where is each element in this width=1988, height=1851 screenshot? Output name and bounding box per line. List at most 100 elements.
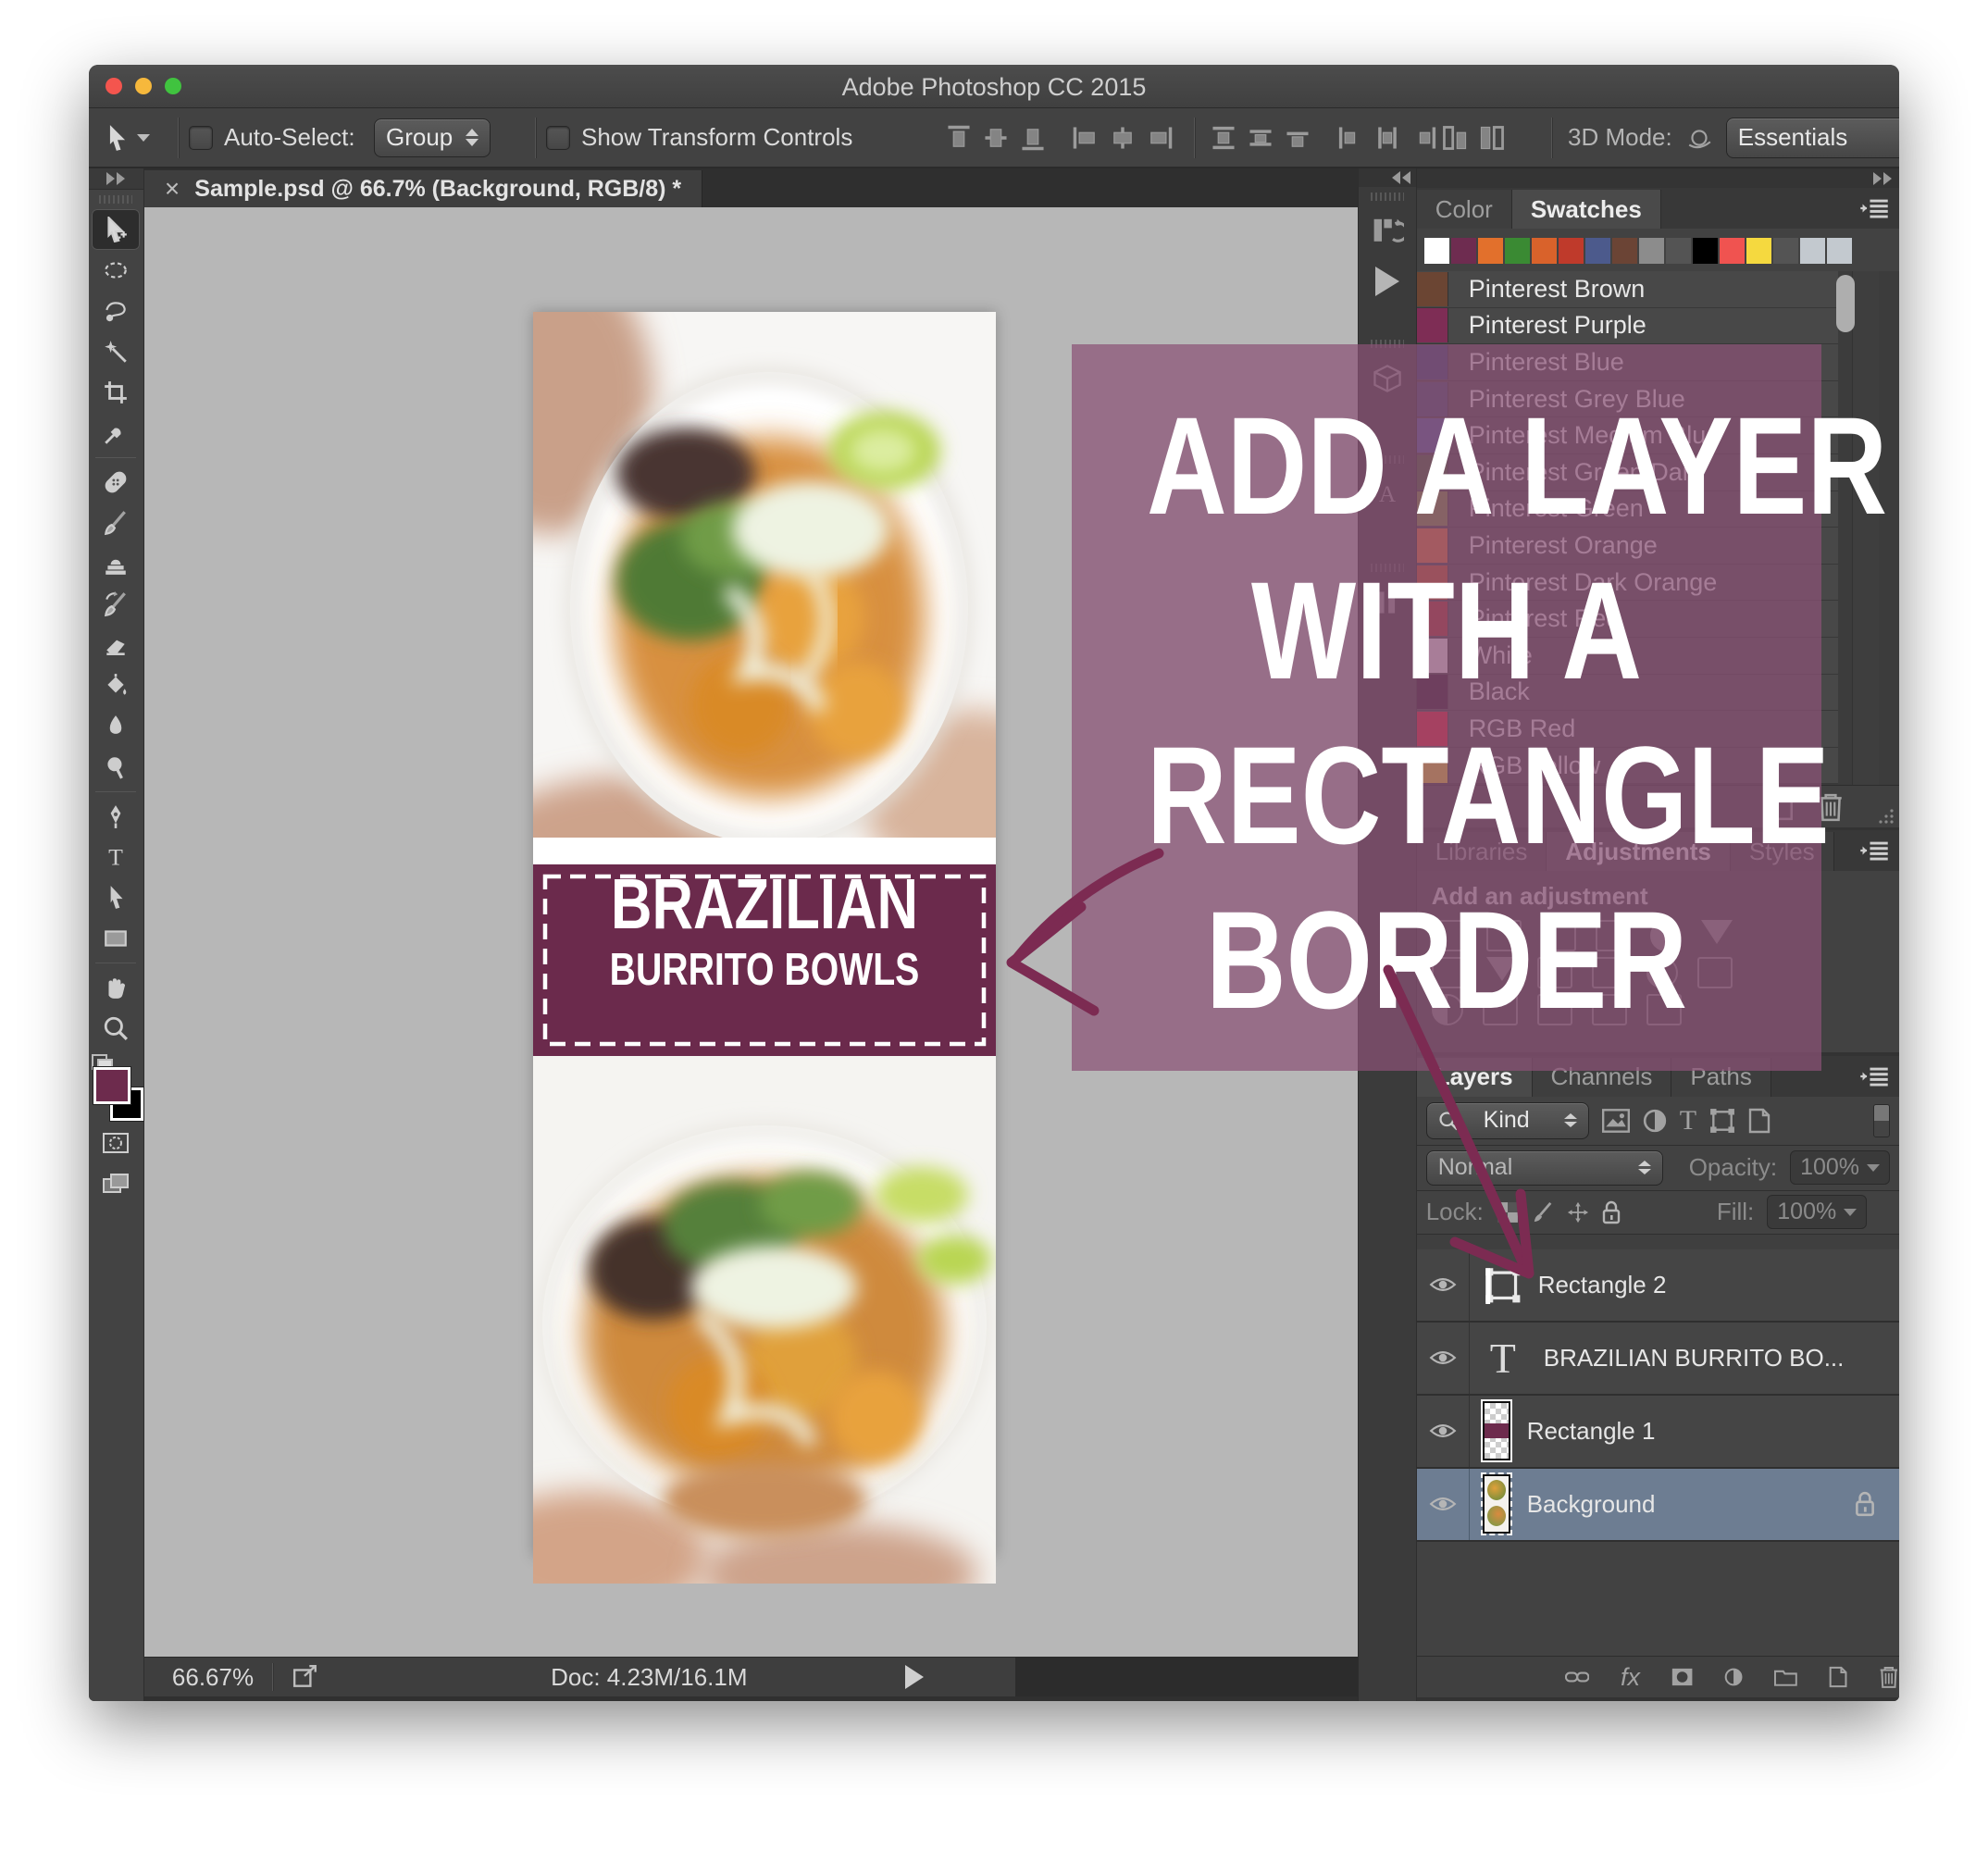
new-adjustment-layer-icon[interactable]: [1724, 1665, 1743, 1689]
align-top-edges-icon[interactable]: [945, 124, 973, 152]
active-tool-option[interactable]: [104, 108, 150, 167]
distribute-top-icon[interactable]: [1210, 124, 1237, 152]
visibility-cell[interactable]: [1417, 1469, 1470, 1540]
move-tool[interactable]: [92, 209, 140, 250]
align-vertical-centers-icon[interactable]: [982, 124, 1010, 152]
type-tool[interactable]: T: [92, 837, 140, 877]
swatch-chip[interactable]: [1451, 238, 1476, 264]
panel-grip[interactable]: [99, 195, 132, 204]
actions-panel-button[interactable]: [1366, 260, 1409, 303]
document-image[interactable]: BRAZILIAN BURRITO BOWLS: [533, 312, 996, 1557]
text-layer-thumbnail[interactable]: T: [1490, 1334, 1516, 1383]
layer-name[interactable]: Background: [1527, 1490, 1656, 1519]
path-selection-tool[interactable]: [92, 877, 140, 918]
auto-select-checkbox[interactable]: [189, 126, 213, 150]
tools-panel-header[interactable]: [89, 168, 143, 190]
mode-3d-dropdown[interactable]: Essentials: [1726, 118, 1899, 158]
fill-value[interactable]: 100%: [1767, 1195, 1867, 1229]
tab-swatches[interactable]: Swatches: [1512, 190, 1661, 229]
filter-shape-layers-icon[interactable]: [1709, 1108, 1735, 1134]
panel-grip[interactable]: [1371, 193, 1404, 201]
history-brush-tool[interactable]: [92, 584, 140, 625]
layer-name[interactable]: BRAZILIAN BURRITO BO...: [1544, 1344, 1845, 1373]
close-tab-icon[interactable]: ×: [165, 174, 180, 204]
swatch-chip[interactable]: [1800, 238, 1825, 264]
history-panel-button[interactable]: [1366, 210, 1409, 253]
dock-header[interactable]: [1417, 169, 1899, 188]
image-layer-thumbnail[interactable]: [1483, 1474, 1510, 1534]
swatch-chip[interactable]: [1559, 238, 1584, 264]
align-right-edges-icon[interactable]: [1146, 124, 1174, 152]
healing-brush-tool[interactable]: [92, 462, 140, 503]
distribute-bottom-icon[interactable]: [1284, 124, 1311, 152]
shape-layer-thumbnail[interactable]: [1483, 1265, 1522, 1304]
layer-row-text[interactable]: T BRAZILIAN BURRITO BO...: [1417, 1323, 1899, 1396]
title-banner[interactable]: BRAZILIAN BURRITO BOWLS: [533, 864, 996, 1056]
distribute-hspace-icon[interactable]: [1478, 124, 1506, 152]
filter-toggle[interactable]: [1873, 1104, 1890, 1137]
link-layers-icon[interactable]: [1565, 1669, 1589, 1685]
pen-tool[interactable]: [92, 796, 140, 837]
swatch-chip[interactable]: [1585, 238, 1610, 264]
layer-name[interactable]: Rectangle 1: [1527, 1417, 1656, 1446]
crop-tool[interactable]: [92, 372, 140, 413]
filter-smart-objects-icon[interactable]: [1748, 1108, 1771, 1134]
scrollbar-thumb[interactable]: [1836, 275, 1855, 332]
blur-tool[interactable]: [92, 706, 140, 747]
clone-stamp-tool[interactable]: [92, 543, 140, 584]
lock-all-icon[interactable]: [1602, 1200, 1621, 1224]
collapsed-strip-header[interactable]: [1359, 168, 1416, 187]
swatch-chip[interactable]: [1746, 238, 1771, 264]
distribute-right-icon[interactable]: [1410, 124, 1438, 152]
align-left-edges-icon[interactable]: [1072, 124, 1100, 152]
quick-mask-button[interactable]: [92, 1123, 140, 1163]
dodge-tool[interactable]: [92, 747, 140, 788]
title-bar[interactable]: Adobe Photoshop CC 2015: [89, 65, 1899, 108]
align-horizontal-centers-icon[interactable]: [1109, 124, 1137, 152]
new-group-icon[interactable]: [1774, 1665, 1797, 1689]
swatch-chip[interactable]: [1720, 238, 1745, 264]
share-export-icon[interactable]: [292, 1664, 319, 1690]
swatch-chip[interactable]: [1532, 238, 1557, 264]
swatch-chip[interactable]: [1773, 238, 1798, 264]
panel-menu-icon[interactable]: [1858, 839, 1890, 866]
hand-tool[interactable]: [92, 967, 140, 1008]
panel-menu-icon[interactable]: [1858, 1065, 1890, 1092]
swatch-chip[interactable]: [1827, 238, 1852, 264]
swatch-chip[interactable]: [1505, 238, 1530, 264]
delete-layer-icon[interactable]: [1879, 1662, 1899, 1692]
swatch-chip[interactable]: [1693, 238, 1718, 264]
shape-layer-thumbnail[interactable]: [1483, 1401, 1510, 1460]
filter-adjustment-layers-icon[interactable]: [1643, 1109, 1667, 1133]
filter-type-layers-icon[interactable]: T: [1680, 1105, 1696, 1137]
group-dropdown[interactable]: Group: [374, 118, 491, 157]
layer-row-rectangle1[interactable]: Rectangle 1: [1417, 1396, 1899, 1469]
layer-row-background[interactable]: Background: [1417, 1469, 1899, 1542]
visibility-cell[interactable]: [1417, 1249, 1470, 1321]
distribute-vspace-icon[interactable]: [1441, 124, 1469, 152]
foreground-color-swatch[interactable]: [93, 1067, 130, 1104]
swatch-chip[interactable]: [1424, 238, 1449, 264]
zoom-level[interactable]: 66.67%: [172, 1663, 254, 1692]
visibility-cell[interactable]: [1417, 1396, 1470, 1467]
zoom-tool[interactable]: [92, 1008, 140, 1049]
lock-pixels-icon[interactable]: [1532, 1201, 1554, 1224]
status-play-icon[interactable]: [905, 1665, 924, 1689]
tab-color[interactable]: Color: [1417, 190, 1512, 229]
eyedropper-tool[interactable]: [92, 413, 140, 453]
screen-mode-button[interactable]: [92, 1163, 140, 1204]
distribute-vcenter-icon[interactable]: [1247, 124, 1274, 152]
rectangle-tool[interactable]: [92, 918, 140, 959]
align-bottom-edges-icon[interactable]: [1019, 124, 1047, 152]
kind-filter-dropdown[interactable]: Kind: [1426, 1102, 1589, 1139]
layer-row-rectangle2[interactable]: Rectangle 2: [1417, 1249, 1899, 1323]
eraser-tool[interactable]: [92, 625, 140, 665]
magic-wand-tool[interactable]: [92, 331, 140, 372]
blend-mode-dropdown[interactable]: Normal: [1426, 1150, 1663, 1186]
doc-size-info[interactable]: Doc: 4.23M/16.1M: [551, 1663, 747, 1692]
swatch-chip[interactable]: [1478, 238, 1503, 264]
brush-tool[interactable]: [92, 503, 140, 543]
distribute-left-icon[interactable]: [1336, 124, 1364, 152]
new-layer-icon[interactable]: [1829, 1663, 1847, 1691]
marquee-tool[interactable]: [92, 250, 140, 291]
